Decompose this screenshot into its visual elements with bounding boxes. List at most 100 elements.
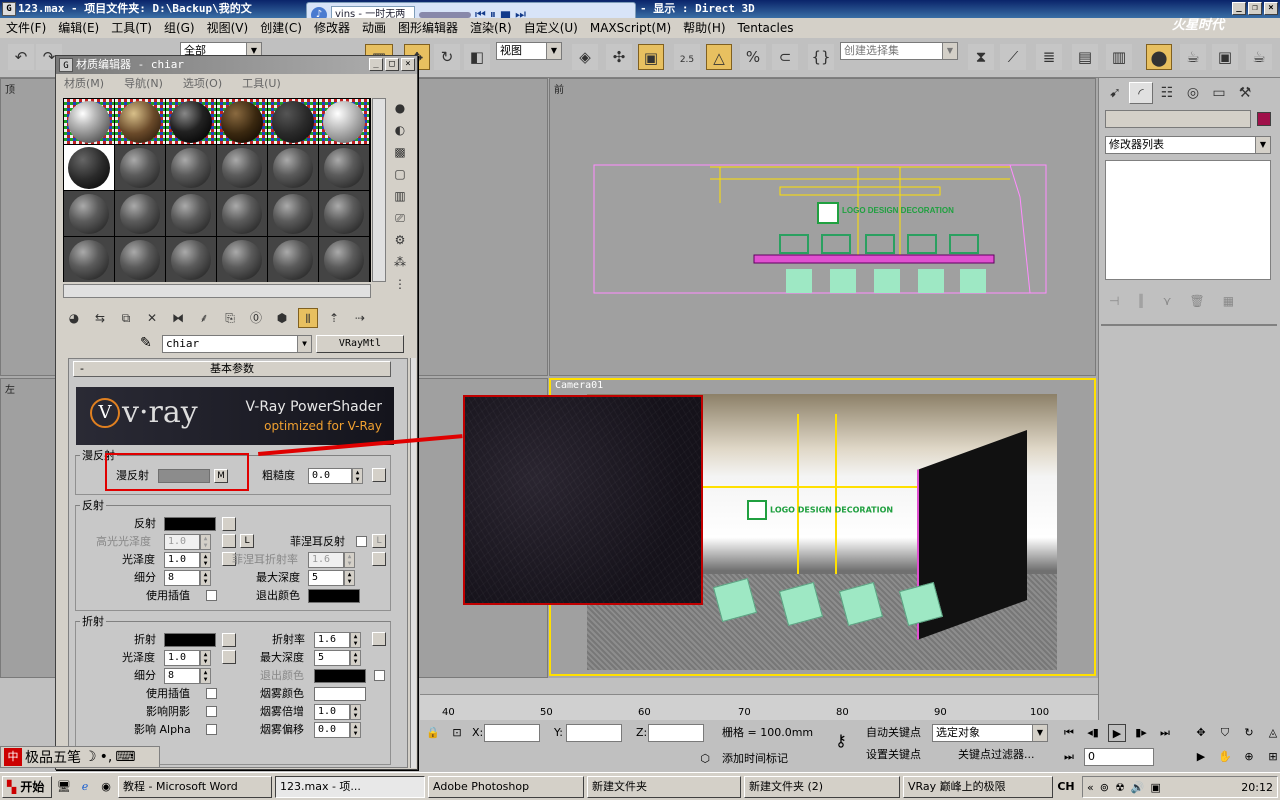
menu-create[interactable]: 创建(C) <box>260 18 302 38</box>
spinner-arrows-icon[interactable]: ▲ ▼ <box>200 534 211 550</box>
menu-rendering[interactable]: 渲染(R) <box>470 18 512 38</box>
utilities-tab-icon[interactable]: ⚒ <box>1233 82 1257 104</box>
material-slot[interactable] <box>268 99 318 144</box>
minimize-button[interactable]: _ <box>369 58 383 71</box>
fresnel-ior-spinner[interactable]: 1.6 ▲ ▼ <box>308 552 355 568</box>
spinner-arrows-icon[interactable]: ▲ ▼ <box>350 650 361 666</box>
material-slot[interactable] <box>319 145 369 190</box>
affect-alpha-checkbox[interactable] <box>206 724 217 735</box>
options-icon[interactable]: ⚙ <box>391 230 409 250</box>
refract-subdivs-spinner[interactable]: 8 ▲ ▼ <box>164 668 211 684</box>
select-rotate-icon[interactable]: ↻ <box>434 44 460 70</box>
undo-icon[interactable]: ↶ <box>8 44 34 70</box>
make-preview-icon[interactable]: ⎚ <box>391 208 409 228</box>
reflect-maxdepth-spinner[interactable]: 5 ▲ ▼ <box>308 570 355 586</box>
fresnel-ior-map-button[interactable] <box>372 552 386 566</box>
goto-start-icon[interactable]: ⏮ <box>1060 724 1078 742</box>
modifier-stack-list[interactable] <box>1105 160 1271 280</box>
backlight-icon[interactable]: ◐ <box>391 120 409 140</box>
angle-snap-icon[interactable]: △ <box>706 44 732 70</box>
spinner-arrows-icon[interactable]: ▲ ▼ <box>352 468 363 484</box>
taskbar-item-folder-2[interactable]: 新建文件夹 (2) <box>744 775 900 798</box>
ime-name[interactable]: 极品五笔 <box>25 747 81 767</box>
go-to-parent-icon[interactable]: ⇡ <box>324 308 344 328</box>
align-icon[interactable]: ⟋ <box>1000 44 1026 70</box>
put-to-library-icon[interactable]: ⎘ <box>220 308 240 328</box>
show-end-result-icon[interactable]: ⫴ <box>298 308 318 328</box>
tray-expand-icon[interactable]: « <box>1087 781 1094 794</box>
assign-to-selection-icon[interactable]: ⧉ <box>116 308 136 328</box>
pick-material-eyedropper-icon[interactable]: ✎ <box>140 335 152 351</box>
viewport-left-label[interactable]: 左 <box>5 381 15 396</box>
material-effects-channel-icon[interactable]: ⓪ <box>246 308 266 328</box>
menu-maxscript[interactable]: MAXScript(M) <box>590 18 671 38</box>
moon-icon[interactable]: ☽ <box>84 749 97 765</box>
object-color-swatch[interactable] <box>1257 112 1271 126</box>
material-slot[interactable] <box>64 99 114 144</box>
timeline-ruler[interactable]: 40 50 60 70 80 90 100 <box>420 694 1098 720</box>
ior-spinner[interactable]: 1.6 ▲ ▼ <box>314 632 361 648</box>
select-by-material-icon[interactable]: ⁂ <box>391 252 409 272</box>
menu-options[interactable]: 选项(O) <box>183 74 222 94</box>
menu-navigation[interactable]: 导航(N) <box>124 74 163 94</box>
spinner-arrows-icon[interactable]: ▲ ▼ <box>344 570 355 586</box>
reflect-color-swatch[interactable] <box>164 517 216 531</box>
ime-logo-icon[interactable]: 中 <box>4 748 22 766</box>
quick-render-icon[interactable]: ☕ <box>1246 44 1272 70</box>
close-button[interactable]: × <box>401 58 415 71</box>
reflect-map-button[interactable] <box>222 517 236 531</box>
orbit-icon[interactable]: ↻ <box>1240 724 1258 742</box>
tray-network-icon[interactable]: ⊚ <box>1100 781 1109 794</box>
curve-editor-icon[interactable]: ▤ <box>1072 44 1098 70</box>
reflect-exit-color-swatch[interactable] <box>308 589 360 603</box>
set-key-button[interactable]: 设置关键点 <box>866 746 921 764</box>
background-checker-icon[interactable]: ▩ <box>391 142 409 162</box>
hilight-gloss-spinner[interactable]: 1.0 ▲ ▼ <box>164 534 211 550</box>
make-unique-icon[interactable]: ⸙ <box>194 308 214 328</box>
quick-launch-desktop-icon[interactable]: 🖥 <box>55 780 73 793</box>
select-manipulate-icon[interactable]: ✣ <box>606 44 632 70</box>
menu-customize[interactable]: 自定义(U) <box>524 18 578 38</box>
material-slot[interactable] <box>115 191 165 236</box>
display-tab-icon[interactable]: ▭ <box>1207 82 1231 104</box>
spinner-snap-icon[interactable]: ⊂ <box>772 44 798 70</box>
remove-modifier-icon[interactable]: 🗑 <box>1189 294 1204 308</box>
play-icon[interactable]: ▶ <box>1108 724 1126 742</box>
video-color-check-icon[interactable]: ▥ <box>391 186 409 206</box>
refract-gloss-map-button[interactable] <box>222 650 236 664</box>
configure-sets-icon[interactable]: ▦ <box>1223 294 1234 308</box>
get-material-icon[interactable]: ◕ <box>64 308 84 328</box>
close-button[interactable]: × <box>1264 2 1278 15</box>
menu-modifiers[interactable]: 修改器 <box>314 18 350 38</box>
menu-tools[interactable]: 工具(T) <box>111 18 152 38</box>
spinner-arrows-icon[interactable]: ▲ ▼ <box>200 668 211 684</box>
material-map-navigator-icon[interactable]: ⋮ <box>391 274 409 294</box>
create-tab-icon[interactable]: ➹ <box>1103 82 1127 104</box>
time-tag-icon[interactable]: ⬡ <box>696 750 714 768</box>
material-slot[interactable] <box>166 99 216 144</box>
roughness-map-button[interactable] <box>372 468 386 482</box>
max-app-icon[interactable]: G <box>2 2 16 16</box>
key-mode-icon[interactable]: ⚷ <box>826 732 856 750</box>
hilight-gloss-map-button[interactable] <box>222 534 236 548</box>
material-slot[interactable] <box>166 237 216 282</box>
show-map-in-viewport-icon[interactable]: ⬢ <box>272 308 292 328</box>
modifier-list-dropdown[interactable]: 修改器列表 ▼ <box>1105 136 1271 154</box>
material-slot[interactable] <box>166 191 216 236</box>
viewport-front[interactable]: 前 LOGO DESIGN DECORATION <box>549 78 1096 376</box>
goto-end-icon[interactable]: ⏭ <box>1156 724 1174 742</box>
material-slot[interactable] <box>217 191 267 236</box>
menu-material[interactable]: 材质(M) <box>64 74 104 94</box>
refract-maxdepth-spinner[interactable]: 5 ▲ ▼ <box>314 650 361 666</box>
taskbar-item-folder[interactable]: 新建文件夹 <box>587 775 741 798</box>
taskbar-item-vray[interactable]: VRay 巅峰上的极限 <box>903 775 1053 798</box>
material-slot[interactable] <box>166 145 216 190</box>
material-slot[interactable] <box>319 237 369 282</box>
hilight-lock-button[interactable]: L <box>240 534 254 548</box>
motion-tab-icon[interactable]: ◎ <box>1181 82 1205 104</box>
quick-launch-media-icon[interactable]: ◉ <box>97 780 115 793</box>
schematic-view-icon[interactable]: ▥ <box>1106 44 1132 70</box>
ior-map-button[interactable] <box>372 632 386 646</box>
material-name-field[interactable]: chiar ▼ <box>162 335 312 353</box>
maximize-viewport-icon[interactable]: ⊞ <box>1264 748 1280 766</box>
